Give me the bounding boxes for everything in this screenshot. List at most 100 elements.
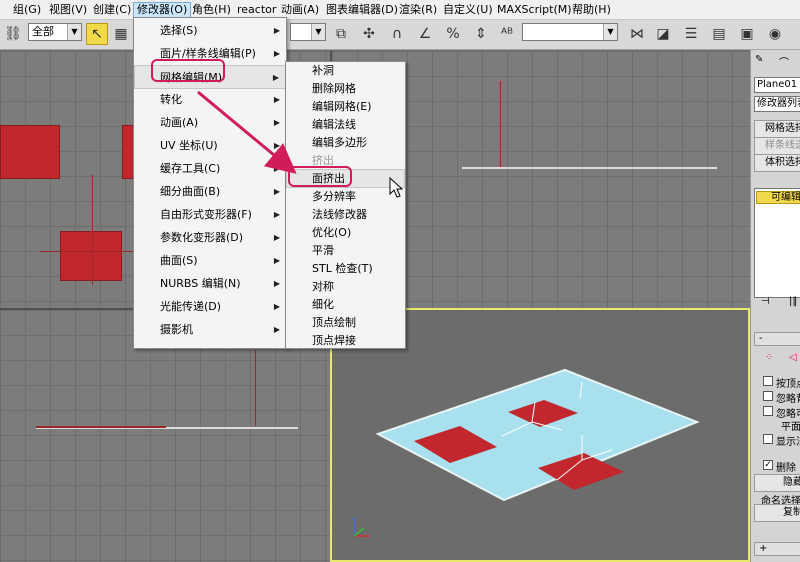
align-icon[interactable]: ◪ bbox=[652, 23, 674, 45]
chevron-right-icon: ▶ bbox=[273, 26, 280, 35]
vertex-level-icon[interactable]: ⁘ bbox=[765, 352, 773, 363]
menu-customize[interactable]: 自定义(U) bbox=[440, 2, 496, 18]
ignore-backfaces-checkbox[interactable] bbox=[763, 391, 773, 401]
menu-item-free-form-deformers[interactable]: 自由形式变形器(F) ▶ bbox=[134, 203, 286, 227]
chevron-right-icon: ▶ bbox=[273, 302, 280, 311]
selection-filter-value: 全部 bbox=[32, 25, 54, 38]
spinner-snap-icon[interactable]: ⇕ bbox=[470, 23, 492, 45]
angle-snap-icon[interactable]: ∠ bbox=[414, 23, 436, 45]
hide-button[interactable]: 隐藏 bbox=[754, 474, 800, 492]
mesh-select-button[interactable]: 网格选择 bbox=[754, 120, 800, 138]
submenu-item-smooth[interactable]: 平滑 bbox=[286, 242, 405, 260]
submenu-item-cap-holes[interactable]: 补洞 bbox=[286, 62, 405, 80]
modifier-stack[interactable]: 可编辑 bbox=[754, 188, 800, 298]
stack-item-editable[interactable]: 可编辑 bbox=[756, 191, 800, 204]
gizmo-axis bbox=[92, 175, 93, 285]
edit-named-selection-icon[interactable]: ᴬᴮ bbox=[496, 23, 518, 45]
create-tab-icon[interactable]: ✎ bbox=[755, 54, 763, 65]
modifier-list-dropdown[interactable]: 修改器列表 bbox=[754, 96, 800, 112]
chevron-right-icon: ▶ bbox=[273, 210, 280, 219]
menu-item-selection[interactable]: 选择(S) ▶ bbox=[134, 19, 286, 43]
selection-rollout-header[interactable]: - bbox=[754, 332, 800, 346]
soft-selection-rollout-header[interactable]: + bbox=[754, 542, 800, 556]
submenu-item-edit-normals[interactable]: 编辑法线 bbox=[286, 116, 405, 134]
named-selection-dropdown[interactable]: ▼ bbox=[522, 23, 618, 41]
submenu-item-vertex-weld[interactable]: 顶点焊接 bbox=[286, 332, 405, 350]
submenu-item-edit-mesh[interactable]: 编辑网格(E) bbox=[286, 98, 405, 116]
selection-filter-dropdown[interactable]: 全部 ▼ bbox=[28, 23, 82, 41]
menu-item-radiosity[interactable]: 光能传递(D) ▶ bbox=[134, 295, 286, 319]
select-object-icon[interactable]: ↖ bbox=[86, 23, 108, 45]
material-editor-icon[interactable]: ▣ bbox=[736, 23, 758, 45]
delete-isolated-checkbox[interactable]: ✓ bbox=[763, 460, 773, 470]
layer-manager-icon[interactable]: ☰ bbox=[680, 23, 702, 45]
delete-isolated-label: 删除 bbox=[776, 463, 796, 474]
chevron-right-icon: ▶ bbox=[273, 279, 280, 288]
submenu-item-multires[interactable]: 多分辨率 bbox=[286, 188, 405, 206]
submenu-item-delete-mesh[interactable]: 删除网格 bbox=[286, 80, 405, 98]
menu-item-surface[interactable]: 曲面(S) ▶ bbox=[134, 249, 286, 273]
coord-dropdown[interactable]: ▼ bbox=[290, 23, 326, 41]
spline-select-button[interactable]: 样条线选择 bbox=[754, 137, 800, 155]
menu-create[interactable]: 创建(C) bbox=[90, 2, 134, 18]
submenu-item-vertex-paint[interactable]: 顶点绘制 bbox=[286, 314, 405, 332]
by-vertex-label: 按顶点 bbox=[776, 379, 800, 390]
chevron-right-icon: ▶ bbox=[273, 325, 280, 334]
edge-level-icon[interactable]: ◁ bbox=[789, 352, 797, 363]
submenu-item-tessellate[interactable]: 细化 bbox=[286, 296, 405, 314]
highlight-mesh-editing bbox=[151, 59, 225, 82]
percent-snap-icon[interactable]: % bbox=[442, 23, 464, 45]
pivot-icon[interactable]: ⧉ bbox=[330, 23, 352, 45]
menu-view[interactable]: 视图(V) bbox=[46, 2, 90, 18]
selected-face bbox=[0, 125, 60, 179]
chevron-down-icon: ▼ bbox=[603, 24, 617, 40]
menu-item-cameras[interactable]: 摄影机 ▶ bbox=[134, 318, 286, 342]
menu-item-cache-tools[interactable]: 缓存工具(C) ▶ bbox=[134, 157, 286, 181]
submenu-item-symmetry[interactable]: 对称 bbox=[286, 278, 405, 296]
modify-tab-icon[interactable]: ⌒ bbox=[779, 54, 789, 69]
planar-threshold-label: 平面 bbox=[781, 422, 800, 433]
menu-character[interactable]: 角色(H) bbox=[189, 2, 234, 18]
select-manipulate-icon[interactable]: ✣ bbox=[358, 23, 380, 45]
menu-group[interactable]: 组(G) bbox=[10, 2, 44, 18]
show-normals-label: 显示法 bbox=[776, 437, 800, 448]
snap-3d-icon[interactable]: ∩ bbox=[386, 23, 408, 45]
submenu-item-edit-poly[interactable]: 编辑多边形 bbox=[286, 134, 405, 152]
link-icon[interactable]: ⛓ bbox=[2, 23, 24, 45]
curve-editor-icon[interactable]: ▤ bbox=[708, 23, 730, 45]
pin-stack-icon[interactable]: ⊣ bbox=[761, 296, 770, 307]
chevron-right-icon: ▶ bbox=[273, 233, 280, 242]
menu-item-uv-coordinates[interactable]: UV 坐标(U) ▶ bbox=[134, 134, 286, 158]
menu-item-subdivision-surfaces[interactable]: 细分曲面(B) ▶ bbox=[134, 180, 286, 204]
show-normals-checkbox[interactable] bbox=[763, 434, 773, 444]
chevron-right-icon: ▶ bbox=[273, 256, 280, 265]
object-name-field[interactable]: Plane01 bbox=[754, 77, 800, 93]
menu-rendering[interactable]: 渲染(R) bbox=[396, 2, 440, 18]
menu-item-animation[interactable]: 动画(A) ▶ bbox=[134, 111, 286, 135]
submenu-item-optimize[interactable]: 优化(O) bbox=[286, 224, 405, 242]
render-scene-icon[interactable]: ◉ bbox=[764, 23, 786, 45]
chevron-right-icon: ▶ bbox=[273, 118, 280, 127]
menu-maxscript[interactable]: MAXScript(M) bbox=[494, 2, 575, 18]
mirror-icon[interactable]: ⋈ bbox=[626, 23, 648, 45]
by-vertex-checkbox[interactable] bbox=[763, 376, 773, 386]
chevron-right-icon: ▶ bbox=[273, 187, 280, 196]
menu-graph-editors[interactable]: 图表编辑器(D) bbox=[323, 2, 401, 18]
menu-bar: 组(G) 视图(V) 创建(C) 修改器(O) 角色(H) reactor 动画… bbox=[0, 0, 800, 20]
menu-animation[interactable]: 动画(A) bbox=[278, 2, 322, 18]
menu-item-nurbs-editing[interactable]: NURBS 编辑(N) ▶ bbox=[134, 272, 286, 296]
menu-modifiers[interactable]: 修改器(O) bbox=[133, 2, 192, 18]
selected-face bbox=[60, 231, 122, 281]
show-end-result-icon[interactable]: |‖ bbox=[789, 296, 797, 307]
ignore-visible-checkbox[interactable] bbox=[763, 406, 773, 416]
submenu-item-stl-check[interactable]: STL 检查(T) bbox=[286, 260, 405, 278]
menu-item-parametric-deformers[interactable]: 参数化变形器(D) ▶ bbox=[134, 226, 286, 250]
menu-help[interactable]: 帮助(H) bbox=[569, 2, 614, 18]
copy-button[interactable]: 复制 bbox=[754, 504, 800, 522]
main-toolbar: ⛓ 全部 ▼ ↖ ▦ ▼ ⧉ ✣ ∩ ∠ % ⇕ ᴬᴮ ▼ ⋈ ◪ ☰ ▤ ▣ … bbox=[0, 20, 800, 50]
volume-select-button[interactable]: 体积选择 bbox=[754, 154, 800, 172]
select-by-name-icon[interactable]: ▦ bbox=[110, 23, 132, 45]
menu-reactor[interactable]: reactor bbox=[234, 2, 279, 18]
menu-item-conversion[interactable]: 转化 ▶ bbox=[134, 88, 286, 112]
submenu-item-normal-modifier[interactable]: 法线修改器 bbox=[286, 206, 405, 224]
